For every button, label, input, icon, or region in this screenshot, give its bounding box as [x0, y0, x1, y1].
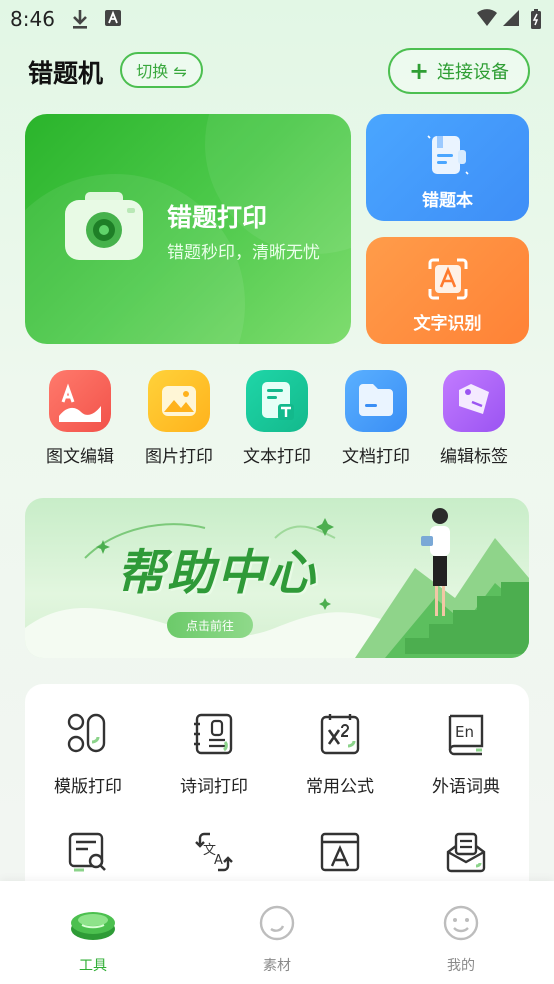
- grid-label: 外语词典: [432, 777, 500, 797]
- print-card-title: 错题打印: [167, 203, 268, 232]
- utility-panel: 模版打印 诗词打印 常用公式 En 外语词典 文 A: [25, 684, 529, 904]
- ocr-scan-icon: [428, 258, 468, 300]
- tool-label-edit[interactable]: 编辑标签: [424, 370, 524, 467]
- header: 错题机 切换 ⇋ + 连接设备: [0, 46, 554, 96]
- grid-item-formula[interactable]: 常用公式: [277, 712, 403, 797]
- grid-label: 模版打印: [54, 777, 122, 797]
- battery-icon: [530, 8, 542, 34]
- svg-text:A: A: [214, 853, 223, 868]
- image-text-edit-icon: [49, 370, 111, 432]
- switch-button[interactable]: 切换 ⇋: [120, 52, 203, 88]
- wifi-icon: [476, 8, 498, 32]
- camera-icon: [65, 192, 143, 260]
- error-print-card[interactable]: 错题打印 错题秒印，清晰无忧: [25, 114, 351, 344]
- print-card-subtitle: 错题秒印，清晰无忧: [167, 243, 320, 263]
- message-box-icon: [446, 832, 486, 873]
- tools-row: 图文编辑 图片打印 文本打印 文档打印 编辑标签: [0, 370, 554, 470]
- tool-label: 图片打印: [145, 447, 213, 467]
- poetry-icon: [194, 713, 233, 755]
- error-book-card[interactable]: 错题本: [366, 114, 529, 221]
- nav-mine[interactable]: 我的: [411, 903, 511, 975]
- profile-smile-icon: [443, 905, 479, 941]
- error-book-label: 错题本: [422, 191, 473, 211]
- dictionary-icon: En: [448, 714, 484, 756]
- grid-item-template[interactable]: 模版打印: [25, 712, 151, 797]
- status-time: 8:46: [10, 7, 55, 31]
- help-center-title: 帮助中心: [117, 545, 318, 601]
- image-print-icon: [148, 370, 210, 432]
- help-center-banner[interactable]: 帮助中心 点击前往: [25, 498, 529, 658]
- app-notification-icon: [104, 8, 122, 32]
- plus-icon: +: [408, 57, 430, 85]
- text-recognition-card[interactable]: 文字识别: [366, 237, 529, 344]
- tool-image-print[interactable]: 图片打印: [129, 370, 229, 467]
- tool-label: 图文编辑: [46, 447, 114, 467]
- svg-text:En: En: [455, 723, 474, 741]
- text-print-icon: [246, 370, 308, 432]
- template-icon: [67, 713, 106, 753]
- font-icon: [320, 832, 360, 872]
- translate-icon: 文 A: [195, 832, 233, 872]
- document-print-icon: [345, 370, 407, 432]
- nav-label: 工具: [79, 958, 107, 974]
- grid-label: 常用公式: [306, 777, 374, 797]
- bottom-nav: 工具 素材 我的: [0, 881, 554, 984]
- nav-label: 素材: [263, 958, 291, 974]
- tool-label: 文本打印: [243, 447, 311, 467]
- connect-device-button[interactable]: + 连接设备: [388, 48, 530, 94]
- grid-item-dictionary[interactable]: En 外语词典: [403, 712, 529, 797]
- signal-icon: [502, 8, 520, 32]
- nav-tools[interactable]: 工具: [43, 903, 143, 975]
- grid-label: 诗词打印: [180, 777, 248, 797]
- tool-image-text-edit[interactable]: 图文编辑: [30, 370, 130, 467]
- text-recognition-label: 文字识别: [413, 314, 482, 334]
- tool-label: 编辑标签: [440, 447, 508, 467]
- grid-item-poetry[interactable]: 诗词打印: [151, 712, 277, 797]
- status-bar: 8:46: [0, 0, 554, 40]
- tool-text-print[interactable]: 文本打印: [227, 370, 327, 467]
- go-button[interactable]: 点击前往: [167, 612, 253, 638]
- nav-label: 我的: [447, 958, 475, 974]
- connect-device-label: 连接设备: [437, 62, 510, 83]
- tools-printer-icon: [71, 912, 115, 940]
- tool-label: 文档打印: [342, 447, 410, 467]
- label-edit-icon: [443, 370, 505, 432]
- nav-materials[interactable]: 素材: [227, 903, 327, 975]
- materials-icon: [259, 905, 295, 941]
- page-title: 错题机: [28, 59, 104, 88]
- formula-icon: [320, 714, 360, 755]
- download-icon: [70, 8, 90, 34]
- document-search-icon: [68, 832, 106, 872]
- notebook-icon: [427, 135, 469, 175]
- tool-document-print[interactable]: 文档打印: [326, 370, 426, 467]
